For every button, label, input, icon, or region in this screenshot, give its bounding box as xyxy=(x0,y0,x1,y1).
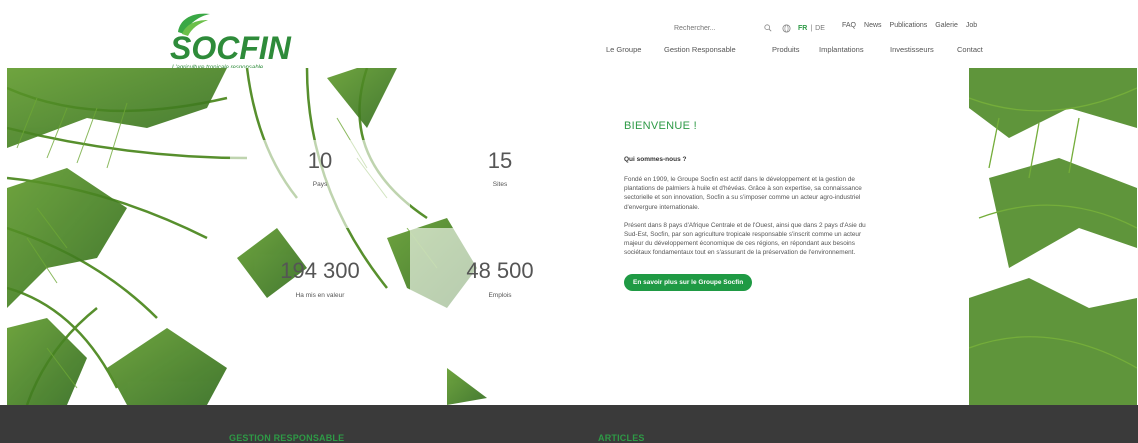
footer-section-gestion-responsable[interactable]: GESTION RESPONSABLE xyxy=(229,433,344,443)
util-link-news[interactable]: News xyxy=(864,22,882,29)
nav-implantations[interactable]: Implantations xyxy=(819,45,890,54)
utility-links: FAQ News Publications Galerie Job xyxy=(842,22,977,29)
footer-strip: GESTION RESPONSABLE ARTICLES xyxy=(0,405,1138,443)
util-link-job[interactable]: Job xyxy=(966,22,977,29)
nav-le-groupe[interactable]: Le Groupe xyxy=(606,45,664,54)
nav-investisseurs[interactable]: Investisseurs xyxy=(890,45,957,54)
welcome-title: BIENVENUE ! xyxy=(624,120,697,132)
nav-contact[interactable]: Contact xyxy=(957,45,983,54)
welcome-panel: BIENVENUE ! Qui sommes-nous ? Fondé en 1… xyxy=(624,120,874,291)
stat-label: Sites xyxy=(492,181,508,188)
globe-icon[interactable] xyxy=(780,22,792,34)
stat-label: Pays xyxy=(312,181,328,188)
footer-section-articles[interactable]: ARTICLES xyxy=(598,433,645,443)
lang-fr[interactable]: FR xyxy=(798,25,807,32)
stat-label: Emplois xyxy=(488,292,512,299)
stat-value: 15 xyxy=(487,148,513,173)
nav-gestion-responsable[interactable]: Gestion Responsable xyxy=(664,45,772,54)
util-link-faq[interactable]: FAQ xyxy=(842,22,856,29)
lang-de[interactable]: DE xyxy=(815,25,825,32)
stat-box-sites: 15 Sites xyxy=(410,140,590,228)
welcome-paragraph-1: Fondé en 1909, le Groupe Socfin est acti… xyxy=(624,176,862,211)
site-header: SOCFIN L'agriculture tropicale responsab… xyxy=(0,0,1138,71)
language-switch: FR | DE xyxy=(798,25,825,32)
util-link-galerie[interactable]: Galerie xyxy=(935,22,958,29)
hero-section: 10 Pays 48 500 Emplois 15 Sites 194 300 … xyxy=(7,68,1137,405)
util-link-publications[interactable]: Publications xyxy=(890,22,928,29)
welcome-subtitle: Qui sommes-nous ? xyxy=(624,156,687,163)
stat-value: 194 300 xyxy=(280,258,360,283)
lang-separator: | xyxy=(810,24,813,32)
welcome-paragraph-2: Présent dans 8 pays d'Afrique Centrale e… xyxy=(624,221,866,257)
stat-box-emplois: 48 500 Emplois xyxy=(410,228,590,323)
main-navigation: Le Groupe Gestion Responsable Produits I… xyxy=(606,45,983,54)
search-icon[interactable] xyxy=(762,22,774,34)
socfin-logo[interactable]: SOCFIN L'agriculture tropicale responsab… xyxy=(168,10,291,71)
search-input[interactable] xyxy=(674,22,744,34)
palm-leaves-right-image xyxy=(969,68,1137,405)
stat-value: 48 500 xyxy=(466,258,534,283)
logo-wordmark: SOCFIN xyxy=(170,30,291,66)
stat-value: 10 xyxy=(307,148,333,173)
nav-produits[interactable]: Produits xyxy=(772,45,819,54)
learn-more-button[interactable]: En savoir plus sur le Groupe Socfin xyxy=(624,273,753,291)
stat-box-pays: 10 Pays xyxy=(230,140,410,228)
stat-label: Ha mis en valeur xyxy=(295,292,345,299)
stat-box-hectares: 194 300 Ha mis en valeur xyxy=(230,228,410,323)
